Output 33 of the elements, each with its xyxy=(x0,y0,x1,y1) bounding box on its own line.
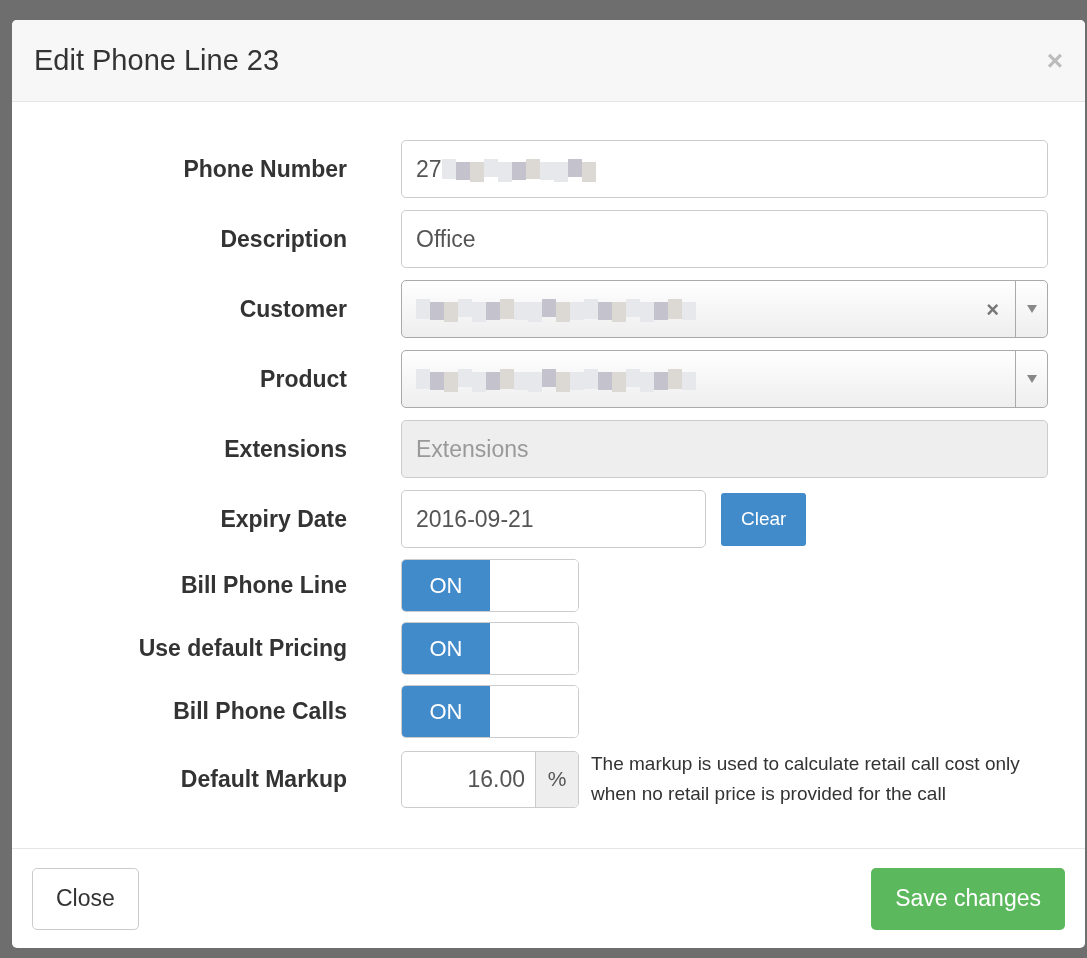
caret-icon xyxy=(1026,305,1037,313)
close-button[interactable]: Close xyxy=(32,867,139,930)
field-value: 16.00 xyxy=(466,764,526,794)
modal-title: Edit Phone Line 23 xyxy=(34,42,280,78)
field-value: 2016-09-21 xyxy=(416,504,534,534)
select-field[interactable] xyxy=(401,350,1048,408)
field-value: 27 xyxy=(416,154,442,184)
field-label: Use default Pricing xyxy=(137,634,347,664)
field-label: Bill Phone Line xyxy=(179,571,347,601)
field-label: Default Markup xyxy=(179,764,347,794)
select-field[interactable]: × xyxy=(401,280,1048,338)
toggle-switch[interactable]: ON xyxy=(401,559,579,612)
clear-icon[interactable]: × xyxy=(986,292,999,326)
percent-addon: % xyxy=(535,751,578,807)
save-button[interactable]: Save changes xyxy=(871,867,1065,930)
field-label: Extensions xyxy=(223,434,347,464)
caret-icon xyxy=(1026,375,1037,383)
field-label: Expiry Date xyxy=(219,504,347,534)
text-field[interactable]: Office xyxy=(401,210,1048,268)
field-label: Bill Phone Calls xyxy=(172,697,347,727)
field-label: Description xyxy=(219,224,347,254)
clear-button[interactable]: Clear xyxy=(721,492,807,546)
toggle-switch[interactable]: ON xyxy=(401,622,579,675)
text-field[interactable]: 27 xyxy=(401,140,1048,198)
toggle-switch[interactable]: ON xyxy=(401,685,579,738)
field-label: Product xyxy=(259,364,347,394)
date-field[interactable]: 2016-09-21 xyxy=(401,490,706,548)
field-label: Customer xyxy=(238,294,347,324)
field-placeholder: Extensions xyxy=(416,434,529,464)
markup-field[interactable]: 16.00 % xyxy=(401,750,579,808)
field-value: Office xyxy=(416,224,476,254)
help-text: The markup is used to calculate retail call cost only when no retail price is provided for the call xyxy=(591,752,1021,806)
field-label: Phone Number xyxy=(182,154,347,184)
